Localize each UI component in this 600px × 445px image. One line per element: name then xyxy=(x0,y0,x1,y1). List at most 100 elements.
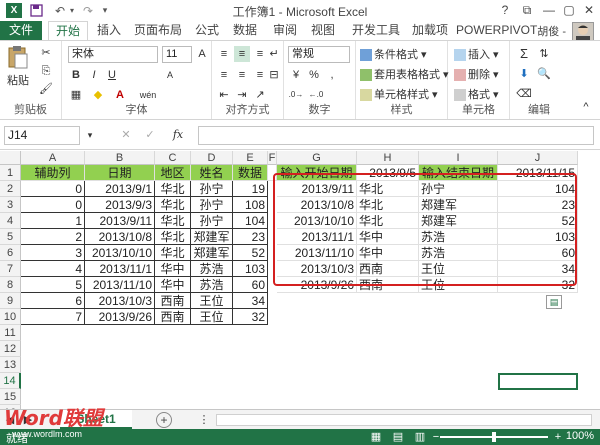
left-header-0[interactable]: 辅助列 xyxy=(21,165,85,181)
row-header-7[interactable]: 7 xyxy=(0,261,21,277)
find-select-icon[interactable]: 🔍 xyxy=(536,66,552,82)
format-cells-button[interactable]: 格式 ▾ xyxy=(454,86,499,102)
left-table-cell[interactable]: 0 xyxy=(21,197,85,213)
result-table-cell[interactable]: 华北 xyxy=(357,181,419,197)
left-table-cell[interactable]: 2013/9/3 xyxy=(85,197,155,213)
left-table-cell[interactable]: 郑建军 xyxy=(191,245,233,261)
left-header-1[interactable]: 日期 xyxy=(85,165,155,181)
align-middle-icon[interactable]: ≡ xyxy=(234,46,250,62)
left-table-cell[interactable]: 0 xyxy=(21,181,85,197)
left-table-cell[interactable]: 52 xyxy=(233,245,268,261)
number-format-select[interactable]: 常规 xyxy=(288,46,350,63)
grow-font-button[interactable]: A xyxy=(194,46,210,62)
left-table-cell[interactable]: 2013/9/11 xyxy=(85,213,155,229)
align-center-icon[interactable]: ≡ xyxy=(234,67,250,83)
font-name-select[interactable]: 宋体 xyxy=(68,46,158,63)
left-table-cell[interactable]: 2 xyxy=(21,229,85,245)
result-table-cell[interactable]: 华中 xyxy=(357,245,419,261)
tab-file[interactable]: 文件 xyxy=(0,21,42,40)
insert-cells-button[interactable]: 插入 ▾ xyxy=(454,46,499,62)
tab-view[interactable]: 视图 xyxy=(306,21,340,40)
row-header-6[interactable]: 6 xyxy=(0,245,21,261)
left-table-cell[interactable]: 2013/10/8 xyxy=(85,229,155,245)
sheet-options-icon[interactable]: ⋮ xyxy=(196,412,212,428)
tab-addins[interactable]: 加载项 xyxy=(408,21,452,40)
column-header-i[interactable]: I xyxy=(419,151,498,165)
column-header-a[interactable]: A xyxy=(21,151,85,165)
left-table-cell[interactable]: 孙宁 xyxy=(191,197,233,213)
left-table-cell[interactable]: 2013/9/1 xyxy=(85,181,155,197)
autosum-icon[interactable]: Σ xyxy=(516,46,532,62)
help-button[interactable]: ? xyxy=(494,1,516,19)
tab-data[interactable]: 数据 xyxy=(228,21,262,40)
conditional-format-button[interactable]: 条件格式 ▾ xyxy=(360,46,427,62)
left-table-cell[interactable]: 7 xyxy=(21,309,85,325)
left-header-4[interactable]: 数据 xyxy=(233,165,268,181)
left-table-cell[interactable]: 1 xyxy=(21,213,85,229)
left-table-cell[interactable]: 4 xyxy=(21,261,85,277)
left-table-cell[interactable]: 2013/11/10 xyxy=(85,277,155,293)
column-header-h[interactable]: H xyxy=(357,151,419,165)
left-table-cell[interactable]: 王位 xyxy=(191,309,233,325)
align-top-icon[interactable]: ≡ xyxy=(216,46,232,62)
left-table-cell[interactable]: 华北 xyxy=(155,245,191,261)
result-table-cell[interactable]: 西南 xyxy=(357,277,419,293)
row-header-9[interactable]: 9 xyxy=(0,293,21,309)
result-table-cell[interactable]: 2013/10/3 xyxy=(277,261,357,277)
result-table-cell[interactable]: 郑建军 xyxy=(419,197,498,213)
row-header-10[interactable]: 10 xyxy=(0,309,21,325)
left-table-cell[interactable]: 3 xyxy=(21,245,85,261)
collapse-ribbon-icon[interactable]: ^ xyxy=(578,99,594,115)
result-table-cell[interactable]: 2013/9/26 xyxy=(277,277,357,293)
left-table-cell[interactable]: 2013/11/1 xyxy=(85,261,155,277)
copy-icon[interactable]: ⎘ xyxy=(38,63,54,79)
result-table-cell[interactable]: 2013/11/1 xyxy=(277,229,357,245)
left-table-cell[interactable]: 华北 xyxy=(155,181,191,197)
left-table-cell[interactable]: 2013/10/3 xyxy=(85,293,155,309)
result-table-cell[interactable]: 郑建军 xyxy=(419,213,498,229)
cell-styles-button[interactable]: 单元格样式 ▾ xyxy=(360,86,438,102)
left-table-cell[interactable]: 西南 xyxy=(155,293,191,309)
result-table-cell[interactable]: 52 xyxy=(498,213,578,229)
fill-icon[interactable]: ⬇ xyxy=(516,66,532,82)
delete-cells-button[interactable]: 删除 ▾ xyxy=(454,66,499,82)
left-table-cell[interactable]: 108 xyxy=(233,197,268,213)
underline-button[interactable]: U xyxy=(104,67,120,83)
select-all-corner[interactable] xyxy=(0,151,21,165)
tab-powerpivot[interactable]: POWERPIVOT xyxy=(456,21,537,40)
close-icon[interactable]: ✕ xyxy=(578,1,600,19)
left-table-cell[interactable]: 32 xyxy=(233,309,268,325)
align-left-icon[interactable]: ≡ xyxy=(216,67,232,83)
minimize-icon[interactable]: — xyxy=(538,1,560,19)
result-table-cell[interactable]: 华北 xyxy=(357,197,419,213)
left-table-cell[interactable]: 6 xyxy=(21,293,85,309)
left-header-2[interactable]: 地区 xyxy=(155,165,191,181)
merge-icon[interactable]: ⊟ xyxy=(266,67,282,83)
format-painter-icon[interactable]: 🖌 xyxy=(38,81,54,97)
row-header-14[interactable]: 14 xyxy=(0,373,21,389)
row-header-12[interactable]: 12 xyxy=(0,341,21,357)
left-table-cell[interactable]: 23 xyxy=(233,229,268,245)
zoom-in-icon[interactable]: + xyxy=(550,429,566,445)
result-table-cell[interactable]: 60 xyxy=(498,245,578,261)
column-header-c[interactable]: C xyxy=(155,151,191,165)
name-box[interactable]: J14 xyxy=(4,126,80,145)
tab-home[interactable]: 开始 xyxy=(48,21,88,40)
result-table-cell[interactable]: 孙宁 xyxy=(419,181,498,197)
result-table-cell[interactable]: 103 xyxy=(498,229,578,245)
selected-cell-j14[interactable] xyxy=(498,373,578,390)
left-table-cell[interactable]: 华中 xyxy=(155,261,191,277)
wrap-text-icon[interactable]: ↵ xyxy=(266,46,282,62)
result-table-cell[interactable]: 2013/11/10 xyxy=(277,245,357,261)
quick-analysis-icon[interactable]: ▤ xyxy=(546,295,562,309)
insert-function-button[interactable]: fx xyxy=(170,127,186,143)
column-header-g[interactable]: G xyxy=(277,151,357,165)
page-layout-view-icon[interactable]: ▤ xyxy=(390,429,406,445)
normal-view-icon[interactable]: ▦ xyxy=(368,429,384,445)
result-table-cell[interactable]: 王位 xyxy=(419,277,498,293)
paste-button[interactable]: 粘贴 xyxy=(6,45,30,89)
row-header-5[interactable]: 5 xyxy=(0,229,21,245)
restore-icon[interactable]: ▢ xyxy=(558,1,580,19)
left-table-cell[interactable]: 34 xyxy=(233,293,268,309)
bold-button[interactable]: B xyxy=(68,67,84,83)
